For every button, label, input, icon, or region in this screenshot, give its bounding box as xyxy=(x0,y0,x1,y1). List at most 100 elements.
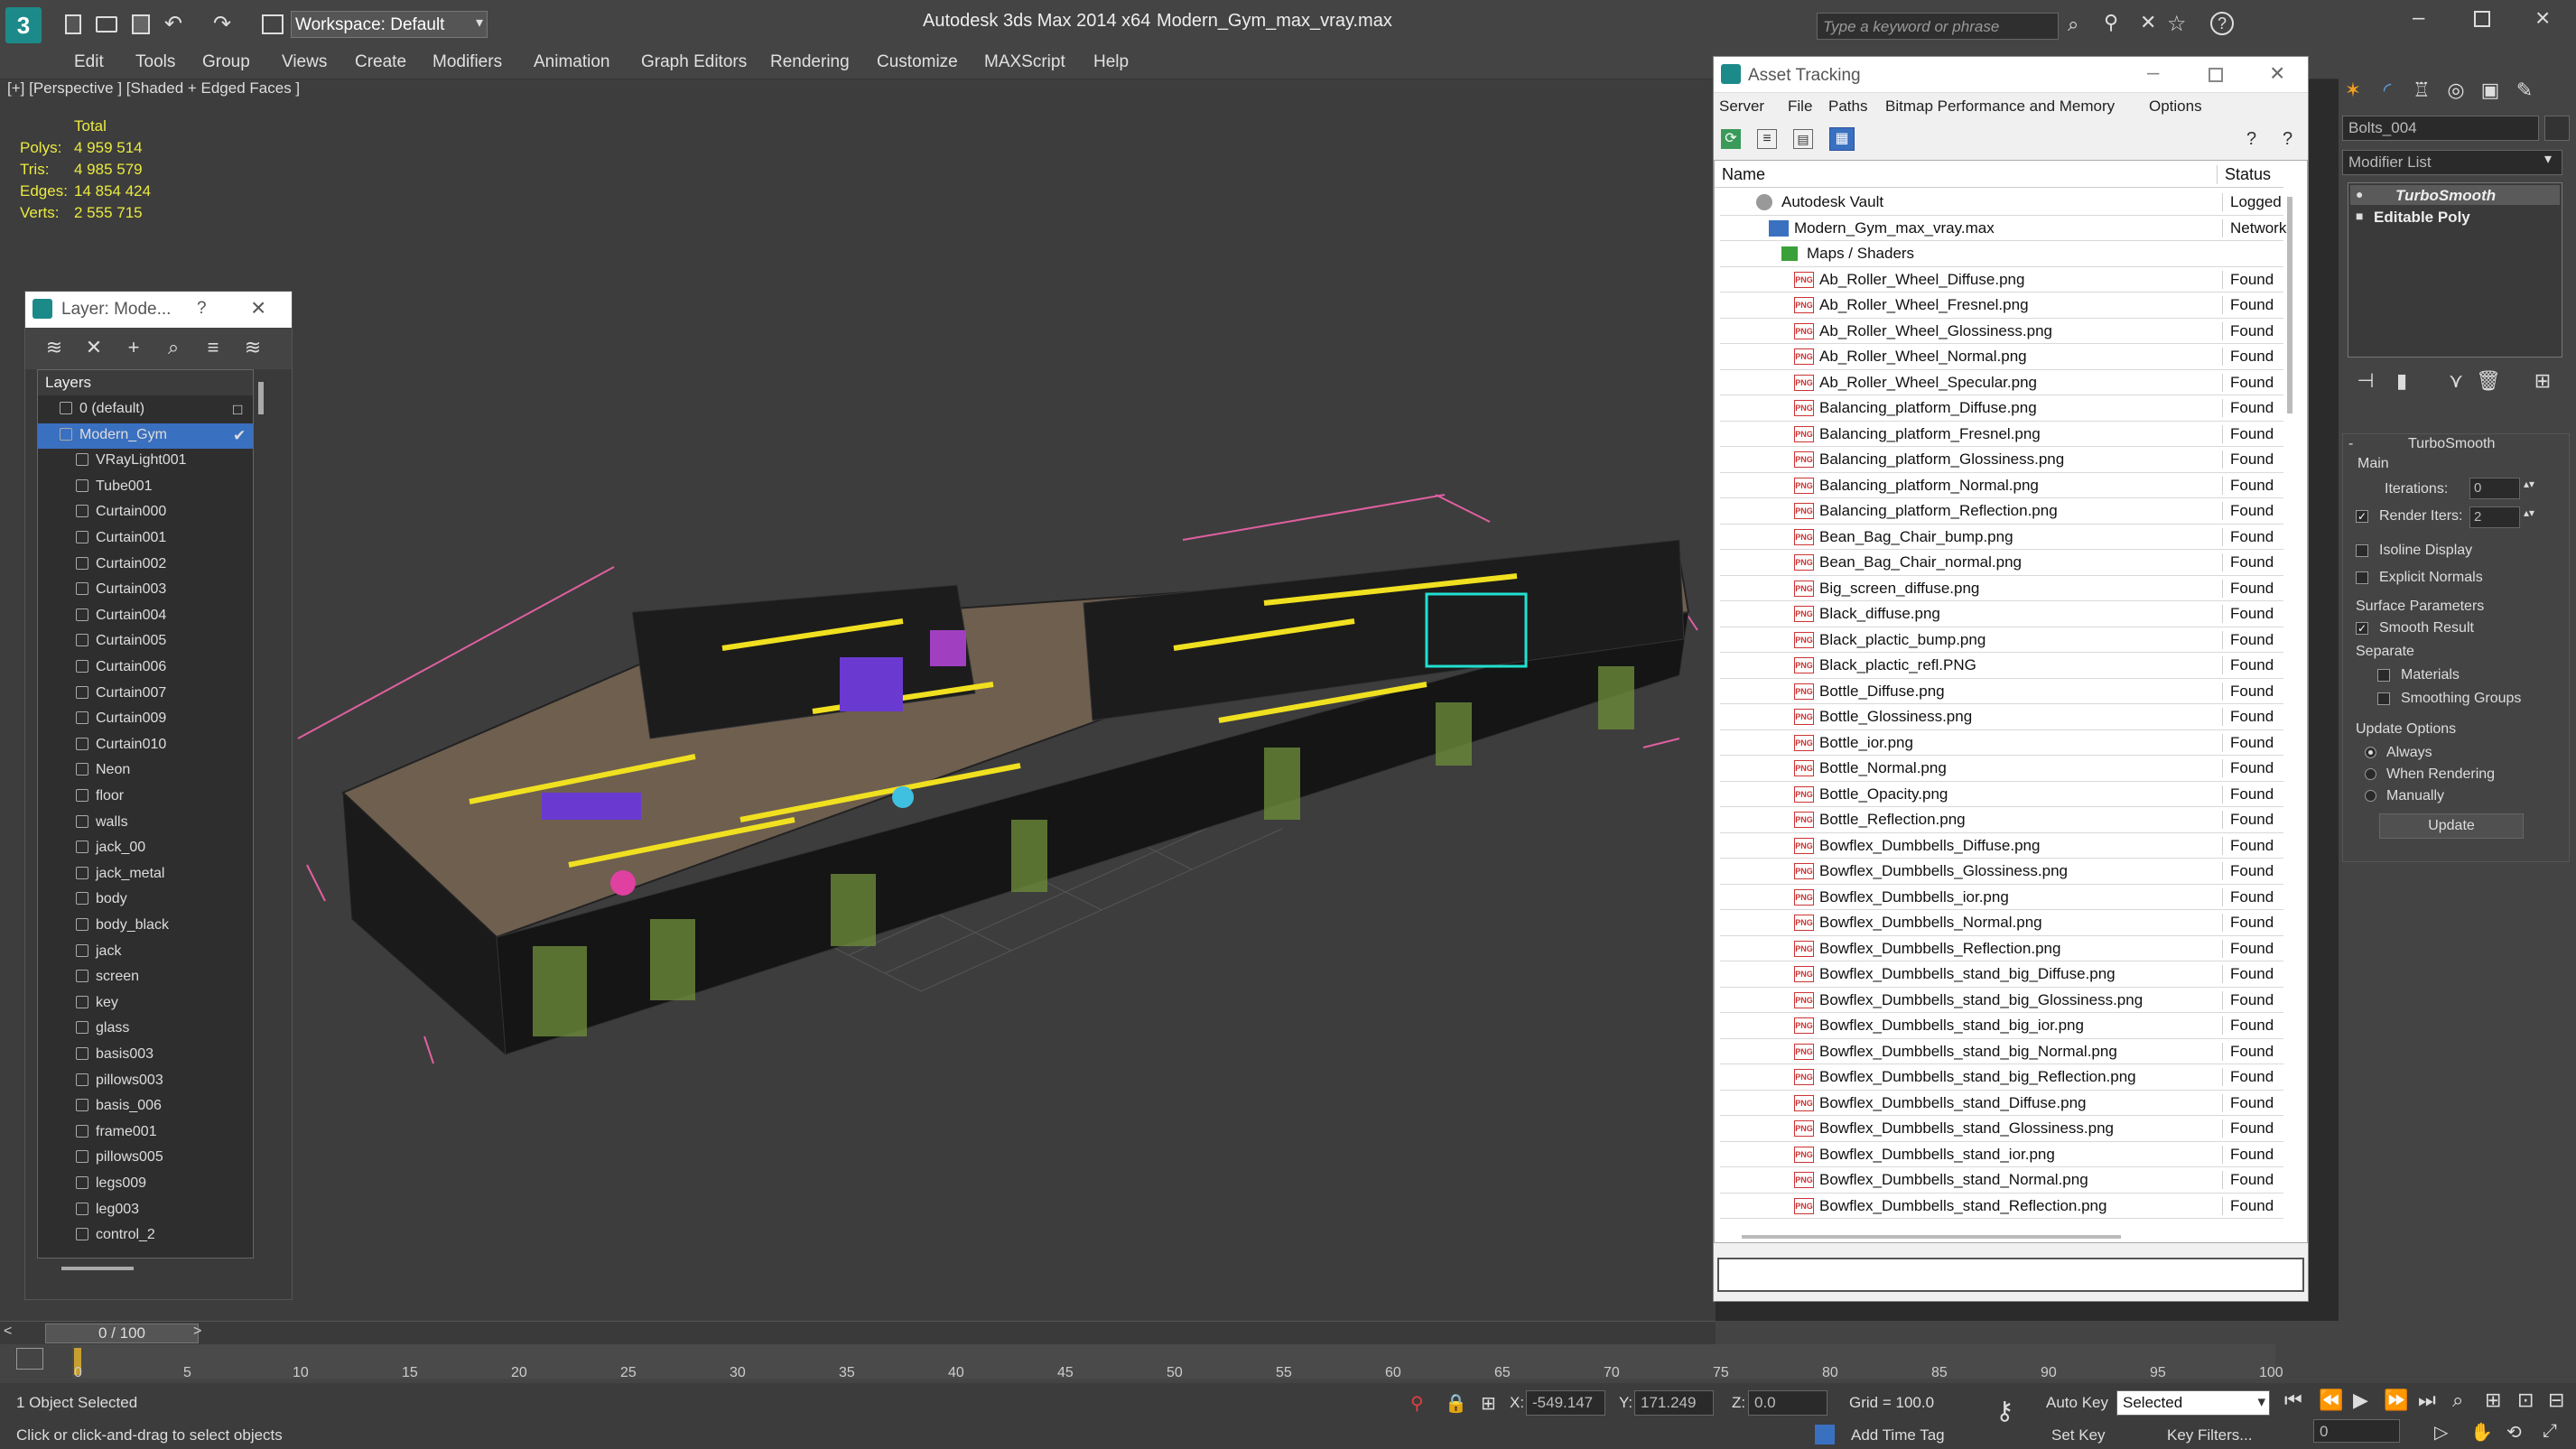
menu-graph-editors[interactable]: Graph Editors xyxy=(641,52,747,72)
binoculars-icon[interactable]: ⌕ xyxy=(2068,13,2078,36)
auto-key-button[interactable]: Auto Key xyxy=(2046,1394,2108,1412)
asset-row[interactable]: PNG Balancing_platform_Diffuse.png Found xyxy=(1720,395,2283,422)
absolute-mode-icon[interactable]: ⊞ xyxy=(1481,1392,1496,1415)
layer-row[interactable]: body xyxy=(38,887,253,913)
hierarchy-tab-icon[interactable]: ♖ xyxy=(2409,78,2434,103)
subscription-icon[interactable]: ⚲ xyxy=(2104,11,2118,34)
selection-lock-icon[interactable]: 🔒 xyxy=(1445,1392,1467,1415)
asset-row[interactable]: PNG Black_plactic_refl.PNG Found xyxy=(1720,653,2283,679)
layer-row[interactable]: Curtain009 xyxy=(38,707,253,732)
asset-menu-server[interactable]: Server xyxy=(1719,98,1764,116)
create-tab-icon[interactable]: ✶ xyxy=(2340,78,2366,103)
layer-row[interactable]: VRayLight001 xyxy=(38,449,253,474)
asset-row[interactable]: PNG Bottle_Normal.png Found xyxy=(1720,756,2283,782)
layer-row[interactable]: leg003 xyxy=(38,1198,253,1223)
menu-modifiers[interactable]: Modifiers xyxy=(432,52,502,72)
render-iters-spinner-icon[interactable]: ▴▾ xyxy=(2524,506,2534,519)
asset-menu-file[interactable]: File xyxy=(1788,98,1812,116)
asset-row[interactable]: PNG Bowflex_Dumbbells_Reflection.png Found xyxy=(1720,936,2283,961)
x-coord-field[interactable]: -549.147 xyxy=(1526,1390,1605,1416)
menu-group[interactable]: Group xyxy=(202,52,250,72)
current-layer-check-icon[interactable]: ✔ xyxy=(233,427,246,445)
utilities-tab-icon[interactable]: ✎ xyxy=(2512,78,2537,103)
asset-row[interactable]: PNG Bowflex_Dumbbells_stand_Glossiness.pn… xyxy=(1720,1116,2283,1142)
configure-sets-icon[interactable]: ⊞ xyxy=(2530,368,2555,394)
iterations-spinner-icon[interactable]: ▴▾ xyxy=(2524,478,2534,490)
layer-row[interactable]: jack xyxy=(38,940,253,965)
time-slider-thumb[interactable]: 0 / 100 xyxy=(45,1324,199,1343)
asset-row[interactable]: PNG Bowflex_Dumbbells_stand_big_ior.png Fo… xyxy=(1720,1013,2283,1039)
project-folder-icon[interactable] xyxy=(262,14,284,34)
maximize-viewport-icon[interactable]: ⤢ xyxy=(2543,1421,2557,1442)
new-layer-icon[interactable]: ≋ xyxy=(42,335,67,360)
asset-menu-bitmap[interactable]: Bitmap Performance and Memory xyxy=(1885,98,2115,116)
asset-menu-options[interactable]: Options xyxy=(2149,98,2202,116)
layer-row[interactable]: Modern_Gym ✔ xyxy=(38,423,253,449)
zoom-extents-all-icon[interactable]: ⊟ xyxy=(2548,1389,2564,1412)
asset-row[interactable]: PNG Bowflex_Dumbbells_stand_Reflection.pn… xyxy=(1720,1194,2283,1219)
layer-row[interactable]: pillows003 xyxy=(38,1069,253,1094)
gym-3d-model[interactable] xyxy=(271,395,1716,1136)
asset-path-field[interactable] xyxy=(1717,1258,2304,1292)
current-layer-box-icon[interactable]: □ xyxy=(233,401,242,419)
asset-row[interactable]: PNG Bowflex_Dumbbells_stand_ior.png Found xyxy=(1720,1142,2283,1167)
layer-row[interactable]: basis003 xyxy=(38,1043,253,1068)
col-name-header[interactable]: Name xyxy=(1722,165,1765,184)
z-coord-field[interactable]: 0.0 xyxy=(1748,1390,1827,1416)
zoom-extents-icon[interactable]: ⊡ xyxy=(2517,1389,2534,1412)
asset-row[interactable]: PNG Bowflex_Dumbbells_stand_big_Glossines… xyxy=(1720,988,2283,1013)
layer-row[interactable]: 0 (default) □ xyxy=(38,397,253,423)
display-tab-icon[interactable]: ▣ xyxy=(2478,78,2503,103)
maximize-button[interactable] xyxy=(2474,11,2490,27)
save-file-icon[interactable] xyxy=(132,14,150,34)
menu-create[interactable]: Create xyxy=(355,52,406,72)
communication-icon[interactable]: ✕ xyxy=(2140,11,2156,34)
asset-row[interactable]: PNG Black_diffuse.png Found xyxy=(1720,601,2283,627)
col-status-header[interactable]: Status xyxy=(2217,165,2271,184)
asset-row[interactable]: PNG Black_plactic_bump.png Found xyxy=(1720,627,2283,653)
iterations-input[interactable]: 0 xyxy=(2469,478,2520,499)
render-iters-input[interactable]: 2 xyxy=(2469,506,2520,528)
layer-list-scrollbar[interactable] xyxy=(258,382,264,414)
asset-menu-paths[interactable]: Paths xyxy=(1828,98,1867,116)
show-end-result-icon[interactable]: ▮ xyxy=(2389,368,2414,394)
asset-row[interactable]: PNG Bottle_Glossiness.png Found xyxy=(1720,704,2283,730)
play-icon[interactable]: ▶ xyxy=(2353,1389,2368,1412)
layer-row[interactable]: control_2 xyxy=(38,1223,253,1249)
highlight-layer-icon[interactable]: ≡ xyxy=(200,335,226,360)
asset-row[interactable]: PNG Bowflex_Dumbbells_stand_big_Diffuse.p… xyxy=(1720,961,2283,988)
add-time-tag[interactable]: Add Time Tag xyxy=(1851,1426,1945,1444)
menu-views[interactable]: Views xyxy=(282,52,327,72)
layer-row[interactable]: pillows005 xyxy=(38,1146,253,1171)
layer-row[interactable]: body_black xyxy=(38,914,253,939)
layer-row[interactable]: Curtain010 xyxy=(38,733,253,758)
layer-row[interactable]: Curtain001 xyxy=(38,526,253,552)
goto-end-icon[interactable]: ⏭ xyxy=(2418,1389,2436,1412)
update-when-rendering-radio[interactable] xyxy=(2365,768,2376,780)
asset-row[interactable]: PNG Bean_Bag_Chair_normal.png Found xyxy=(1720,550,2283,576)
prev-frame-icon[interactable]: ⏪ xyxy=(2319,1389,2343,1412)
layer-row[interactable]: jack_00 xyxy=(38,836,253,861)
app-logo-icon[interactable]: 3 xyxy=(5,7,42,43)
object-color-swatch[interactable] xyxy=(2544,116,2570,141)
stack-item-editable-poly[interactable]: ■ Editable Poly xyxy=(2350,207,2560,227)
asset-row[interactable]: PNG Bean_Bag_Chair_bump.png Found xyxy=(1720,525,2283,550)
asset-hscrollbar[interactable] xyxy=(1742,1235,2121,1239)
asset-row[interactable]: PNG Balancing_platform_Glossiness.png Foun… xyxy=(1720,447,2283,473)
asset-row[interactable]: PNG Ab_Roller_Wheel_Fresnel.png Found xyxy=(1720,293,2283,319)
add-to-layer-icon[interactable]: + xyxy=(121,335,146,360)
detail-view-icon[interactable]: ▤ xyxy=(1793,129,1813,149)
refresh-icon[interactable]: ⟳ xyxy=(1721,129,1741,149)
layer-row[interactable]: Curtain003 xyxy=(38,578,253,603)
asset-row[interactable]: PNG Ab_Roller_Wheel_Specular.png Found xyxy=(1720,370,2283,395)
asset-row[interactable]: Maps / Shaders xyxy=(1720,241,2283,267)
track-bar-icon[interactable] xyxy=(16,1348,43,1370)
layer-panel-close-button[interactable]: × xyxy=(251,293,265,322)
time-slider[interactable]: < 0 / 100 > xyxy=(0,1321,1716,1344)
pin-stack-icon[interactable]: ⊣ xyxy=(2353,368,2378,394)
menu-animation[interactable]: Animation xyxy=(534,52,610,72)
viewport-label[interactable]: [+] [Perspective ] [Shaded + Edged Faces… xyxy=(7,79,300,98)
layer-row[interactable]: Curtain005 xyxy=(38,629,253,655)
layer-row[interactable]: basis_006 xyxy=(38,1094,253,1119)
stack-item-turbosmooth[interactable]: ● TurboSmooth xyxy=(2350,185,2560,205)
